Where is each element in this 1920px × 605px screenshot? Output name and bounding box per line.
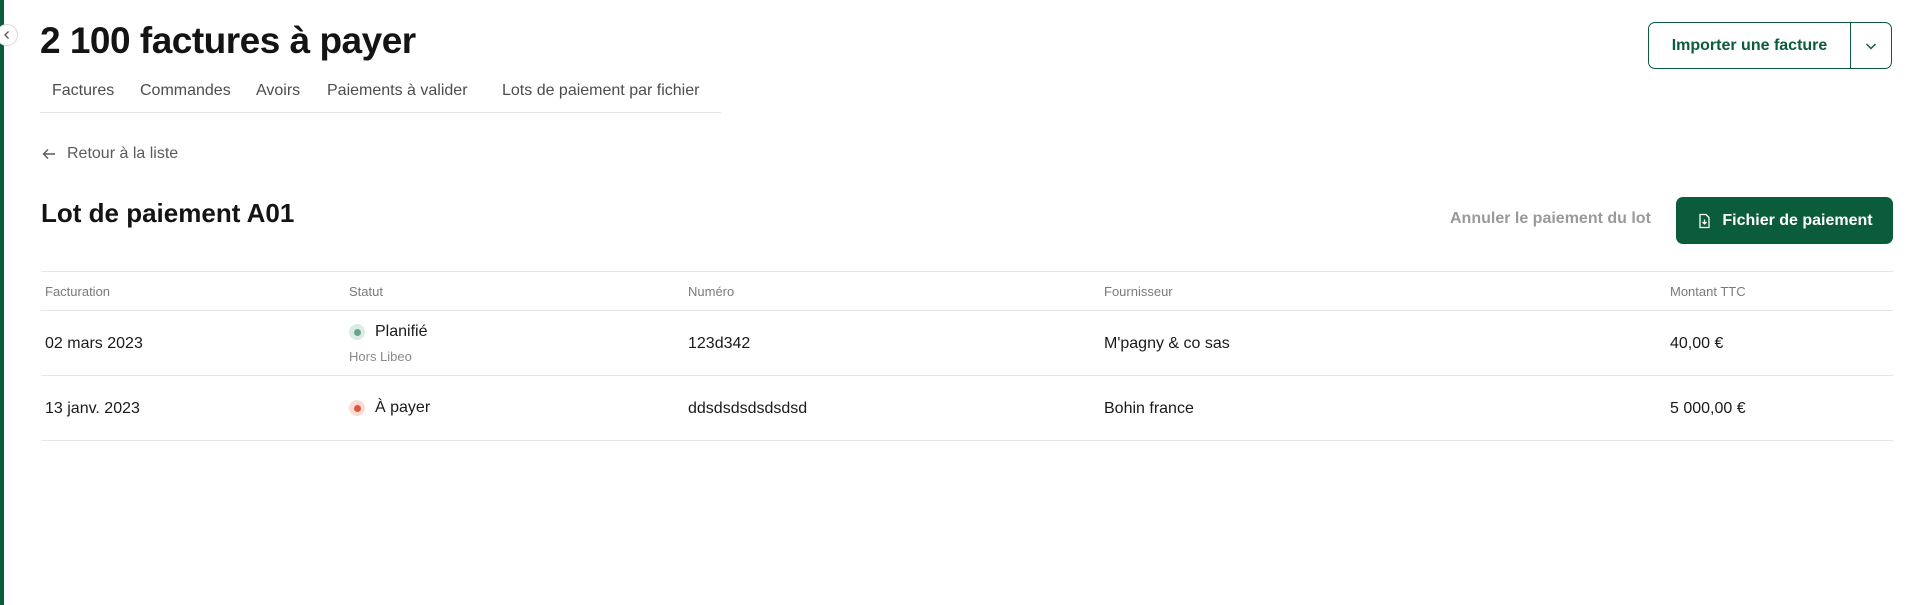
status-dot-icon [349,324,365,340]
arrow-left-icon [42,149,55,159]
supplier-name: M'pagny & co sas [1104,335,1230,352]
table-row[interactable]: 13 janv. 2023 À payer ddsdsdsdsdsdsd Boh… [41,376,1893,441]
payment-file-label: Fichier de paiement [1722,211,1873,229]
tab-commandes[interactable]: Commandes [140,82,231,100]
table-header: Facturation Statut Numéro Fournisseur Mo… [41,271,1893,311]
column-header-montant-ttc[interactable]: Montant TTC [1670,284,1746,299]
back-link-label: Retour à la liste [67,145,179,162]
status-cell: À payer [349,399,430,417]
status-sublabel: Hors Libeo [349,349,412,364]
column-header-fournisseur[interactable]: Fournisseur [1104,284,1173,299]
file-download-icon [1699,213,1711,228]
tab-factures[interactable]: Factures [52,82,114,100]
column-header-statut[interactable]: Statut [349,284,383,299]
lot-title: Lot de paiement A01 [41,198,295,228]
status-cell: Planifié Hors Libeo [349,323,427,364]
page-title: 2 100 factures à payer [40,20,416,61]
amount-ttc: 5 000,00 € [1670,400,1746,417]
back-to-list-link[interactable]: Retour à la liste [41,145,178,163]
import-invoice-button[interactable]: Importer une facture [1649,23,1851,68]
payments-table: Facturation Statut Numéro Fournisseur Mo… [41,271,1893,441]
sidebar-collapse-button[interactable] [0,24,18,46]
tab-lots-de-paiement[interactable]: Lots de paiement par fichier [502,82,699,100]
import-options-button[interactable] [1851,23,1891,68]
cancel-lot-payment-button[interactable]: Annuler le paiement du lot [1450,210,1651,228]
payment-file-button[interactable]: Fichier de paiement [1676,197,1893,244]
invoice-number: 123d342 [688,335,751,352]
status-dot-icon [349,400,365,416]
sidebar-edge [0,0,4,605]
invoice-date: 13 janv. 2023 [45,400,140,417]
tab-avoirs[interactable]: Avoirs [256,82,300,100]
column-header-facturation[interactable]: Facturation [45,284,110,299]
invoice-date: 02 mars 2023 [45,335,143,352]
chevron-down-icon [1865,42,1877,50]
supplier-name: Bohin france [1104,400,1194,417]
tab-paiements-a-valider[interactable]: Paiements à valider [327,82,468,100]
import-button-group: Importer une facture [1648,22,1892,69]
table-row[interactable]: 02 mars 2023 Planifié Hors Libeo 123d342… [41,311,1893,376]
chevron-left-icon [4,31,9,39]
status-label: Planifié [375,323,428,340]
column-header-numero[interactable]: Numéro [688,284,734,299]
status-label: À payer [375,399,431,416]
tab-bar: Factures Commandes Avoirs Paiements à va… [40,78,721,113]
invoice-number: ddsdsdsdsdsdsd [688,400,808,417]
amount-ttc: 40,00 € [1670,335,1724,352]
